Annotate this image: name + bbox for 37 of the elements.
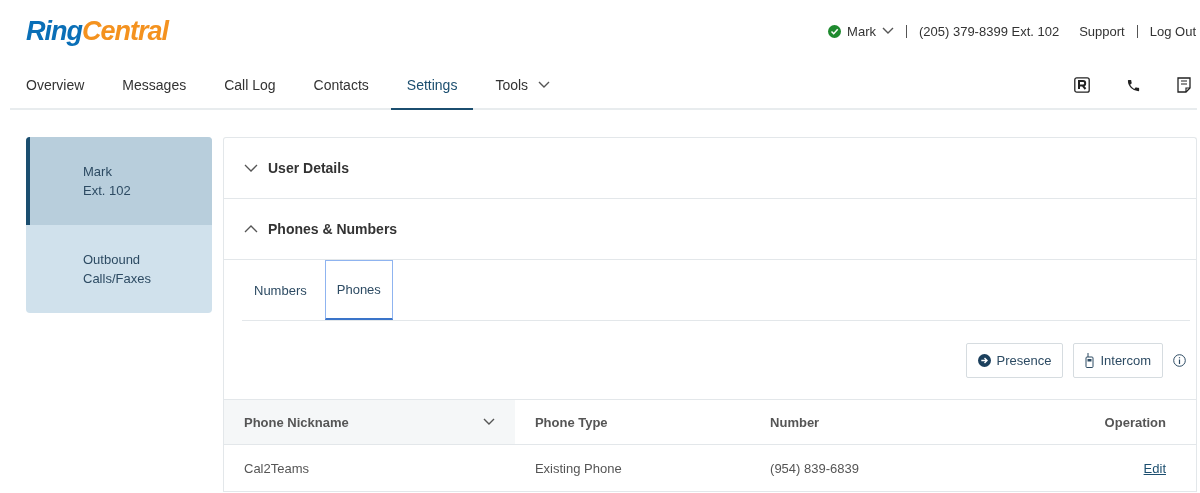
section-title: User Details (268, 160, 349, 176)
note-icon[interactable] (1177, 77, 1191, 93)
table-cell: Existing Phone (514, 444, 751, 492)
nav-tab[interactable]: Tools (479, 62, 567, 110)
dropdown-icon (881, 27, 894, 35)
nav-tab[interactable]: Overview (10, 62, 101, 110)
phone-number: (205) 379-8399 Ext. 102 (918, 23, 1060, 39)
column-header[interactable]: Number (750, 400, 990, 445)
info-icon[interactable] (1173, 353, 1186, 367)
section-header[interactable]: User Details (224, 138, 1196, 199)
header-link[interactable]: Log Out (1149, 23, 1196, 39)
tab[interactable]: Phones (324, 260, 393, 320)
nav-tab[interactable]: Call Log (208, 62, 292, 110)
walkie-talkie-icon (1085, 352, 1095, 368)
column-header[interactable]: Phone Nickname (224, 400, 515, 445)
table-cell: (954) 839-6839 (750, 444, 990, 492)
column-header[interactable]: Phone Type (514, 400, 751, 445)
sidebar-item[interactable]: Outbound Calls/Faxes (26, 225, 212, 313)
nav-tab[interactable]: Messages (106, 62, 203, 110)
column-header[interactable]: Operation (989, 400, 1196, 445)
logo: RingCentral (26, 15, 169, 47)
tab[interactable]: Numbers (242, 260, 319, 320)
sort-icon (482, 418, 495, 426)
section-title: Phones & Numbers (268, 221, 398, 237)
sidebar-item[interactable]: Mark Ext. 102 (26, 137, 212, 225)
arrow-circle-icon (977, 353, 991, 367)
action-button[interactable]: Presence (965, 342, 1064, 378)
user-name[interactable]: Mark (847, 23, 876, 39)
app-icon[interactable] (1074, 77, 1090, 93)
edit-link[interactable]: Edit (1143, 460, 1166, 476)
section-header[interactable]: Phones & Numbers (224, 199, 1196, 260)
phone-icon[interactable] (1126, 77, 1141, 93)
header-link[interactable]: Support (1079, 23, 1125, 39)
nav-tab[interactable]: Contacts (297, 62, 385, 110)
action-button[interactable]: Intercom (1073, 342, 1163, 378)
table-cell: Cal2Teams (224, 444, 515, 492)
nav-tab[interactable]: Settings (390, 62, 474, 110)
